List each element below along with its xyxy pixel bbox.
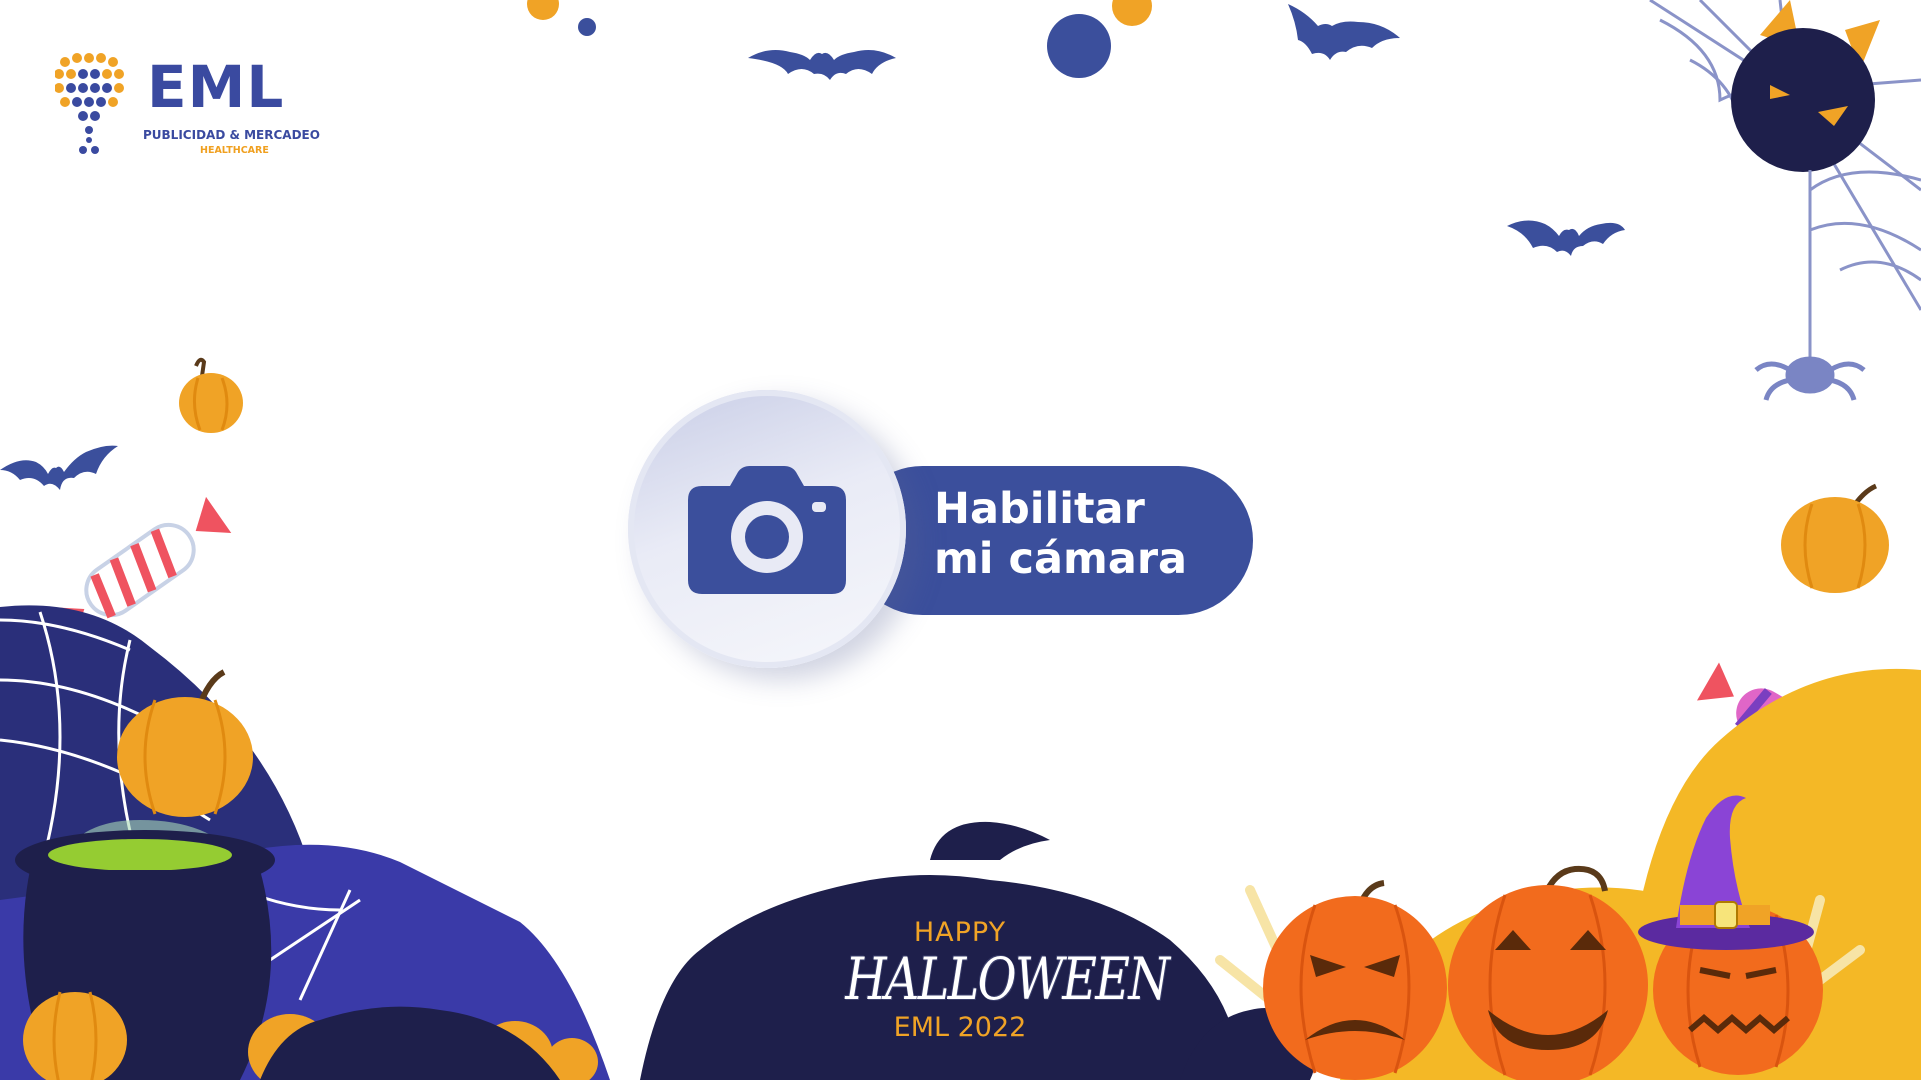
enable-camera-label-line1: Habilitar: [934, 484, 1145, 534]
camera-circle[interactable]: [628, 390, 906, 668]
spider-icon: [1754, 356, 1866, 401]
bat-icon: [748, 50, 896, 80]
pumpkin-icon: [179, 357, 243, 433]
bat-icon: [1288, 4, 1400, 60]
halloween-greeting: HAPPY HALLOWEEN EML 2022: [820, 917, 1170, 1046]
blue-dot: [578, 18, 596, 36]
enable-camera-label[interactable]: Habilitar mi cámara: [934, 484, 1234, 584]
pumpkin-icon: [1781, 483, 1889, 593]
enable-camera-button[interactable]: Habilitar mi cámara: [628, 390, 1253, 680]
orange-dot: [1112, 0, 1152, 26]
jack-o-lantern-icon: [1263, 880, 1447, 1080]
camera-icon: [688, 466, 846, 594]
greeting-year: EML 2022: [893, 1012, 1027, 1043]
eml-logo: EML PUBLICIDAD & MERCADEO HEALTHCARE: [55, 52, 355, 162]
bat-icon: [0, 445, 118, 490]
black-cat-ball: [1731, 0, 1880, 172]
logo-dots-icon: [55, 53, 124, 154]
greeting-happy: HAPPY: [913, 917, 1007, 948]
orange-dot: [527, 0, 559, 20]
logo-tagline: HEALTHCARE: [200, 145, 269, 156]
logo-subtitle: PUBLICIDAD & MERCADEO: [143, 128, 320, 142]
blue-dot: [1047, 14, 1111, 78]
bat-icon: [1507, 220, 1625, 256]
greeting-title: HALLOWEEN: [845, 945, 1170, 1013]
enable-camera-label-line2: mi cámara: [934, 534, 1188, 584]
logo-title: EML: [147, 53, 285, 121]
